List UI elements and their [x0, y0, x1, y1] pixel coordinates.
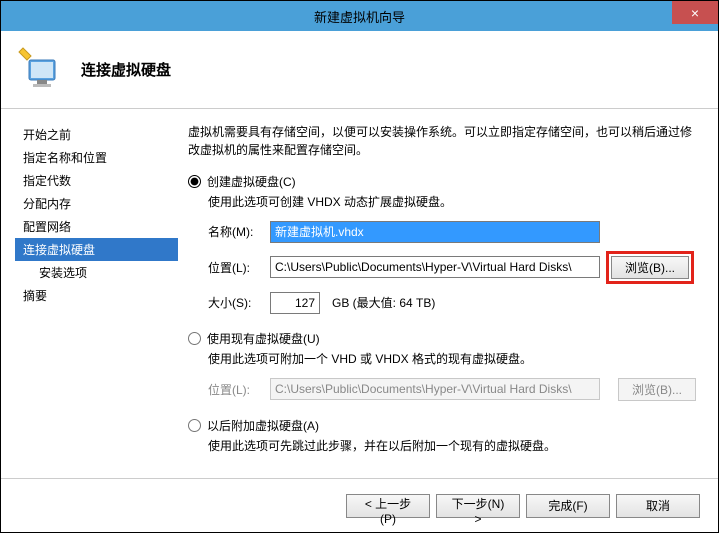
wizard-window: 新建虚拟机向导 × 连接虚拟硬盘 开始之前 指定名称和位置 指定代数 分配内存 … [0, 0, 719, 533]
name-label: 名称(M): [208, 223, 264, 240]
finish-button[interactable]: 完成(F) [526, 494, 610, 518]
vhd-size-input[interactable] [270, 292, 320, 314]
titlebar: 新建虚拟机向导 × [1, 1, 718, 31]
option-create-vhd: 创建虚拟硬盘(C) 使用此选项可创建 VHDX 动态扩展虚拟硬盘。 名称(M):… [188, 173, 696, 314]
radio-use-existing-label: 使用现有虚拟硬盘(U) [207, 330, 320, 347]
browse-button[interactable]: 浏览(B)... [611, 256, 689, 279]
sidebar-item-memory[interactable]: 分配内存 [15, 192, 178, 215]
vhd-name-input[interactable] [270, 221, 600, 243]
radio-use-existing[interactable] [188, 332, 201, 345]
option-attach-later: 以后附加虚拟硬盘(A) 使用此选项可先跳过此步骤，并在以后附加一个现有的虚拟硬盘… [188, 417, 696, 455]
sidebar-item-start[interactable]: 开始之前 [15, 123, 178, 146]
sidebar: 开始之前 指定名称和位置 指定代数 分配内存 配置网络 连接虚拟硬盘 安装选项 … [1, 109, 178, 478]
footer: < 上一步(P) 下一步(N) > 完成(F) 取消 [1, 478, 718, 532]
size-label: 大小(S): [208, 294, 264, 311]
option-create-desc: 使用此选项可创建 VHDX 动态扩展虚拟硬盘。 [208, 194, 696, 211]
location-label: 位置(L): [208, 259, 264, 276]
intro-text: 虚拟机需要具有存储空间，以便可以安装操作系统。可以立即指定存储空间，也可以稍后通… [188, 123, 696, 159]
option-attach-later-desc: 使用此选项可先跳过此步骤，并在以后附加一个现有的虚拟硬盘。 [208, 438, 696, 455]
next-button[interactable]: 下一步(N) > [436, 494, 520, 518]
page-title: 连接虚拟硬盘 [81, 59, 171, 80]
radio-attach-later-label: 以后附加虚拟硬盘(A) [207, 417, 319, 434]
browse-highlight: 浏览(B)... [606, 251, 694, 284]
body: 开始之前 指定名称和位置 指定代数 分配内存 配置网络 连接虚拟硬盘 安装选项 … [1, 109, 718, 478]
existing-location-label: 位置(L): [208, 381, 264, 398]
option-use-existing-desc: 使用此选项可附加一个 VHD 或 VHDX 格式的现有虚拟硬盘。 [208, 351, 696, 368]
radio-create-vhd[interactable] [188, 175, 201, 188]
existing-location-input [270, 378, 600, 400]
option-use-existing: 使用现有虚拟硬盘(U) 使用此选项可附加一个 VHD 或 VHDX 格式的现有虚… [188, 330, 696, 401]
existing-browse-button: 浏览(B)... [618, 378, 696, 401]
prev-button[interactable]: < 上一步(P) [346, 494, 430, 518]
close-button[interactable]: × [672, 1, 718, 24]
radio-attach-later[interactable] [188, 419, 201, 432]
sidebar-item-install-options[interactable]: 安装选项 [15, 261, 178, 284]
sidebar-item-vhd[interactable]: 连接虚拟硬盘 [15, 238, 178, 261]
size-suffix: GB (最大值: 64 TB) [332, 294, 435, 311]
header: 连接虚拟硬盘 [1, 31, 718, 109]
main-panel: 虚拟机需要具有存储空间，以便可以安装操作系统。可以立即指定存储空间，也可以稍后通… [178, 109, 718, 478]
sidebar-item-name-location[interactable]: 指定名称和位置 [15, 146, 178, 169]
window-title: 新建虚拟机向导 [1, 7, 718, 26]
cancel-button[interactable]: 取消 [616, 494, 700, 518]
radio-create-vhd-label: 创建虚拟硬盘(C) [207, 173, 296, 190]
sidebar-item-summary[interactable]: 摘要 [15, 284, 178, 307]
vhd-location-input[interactable] [270, 256, 600, 278]
sidebar-item-generation[interactable]: 指定代数 [15, 169, 178, 192]
close-icon: × [691, 5, 699, 21]
sidebar-item-network[interactable]: 配置网络 [15, 215, 178, 238]
vm-wizard-icon [17, 46, 65, 94]
